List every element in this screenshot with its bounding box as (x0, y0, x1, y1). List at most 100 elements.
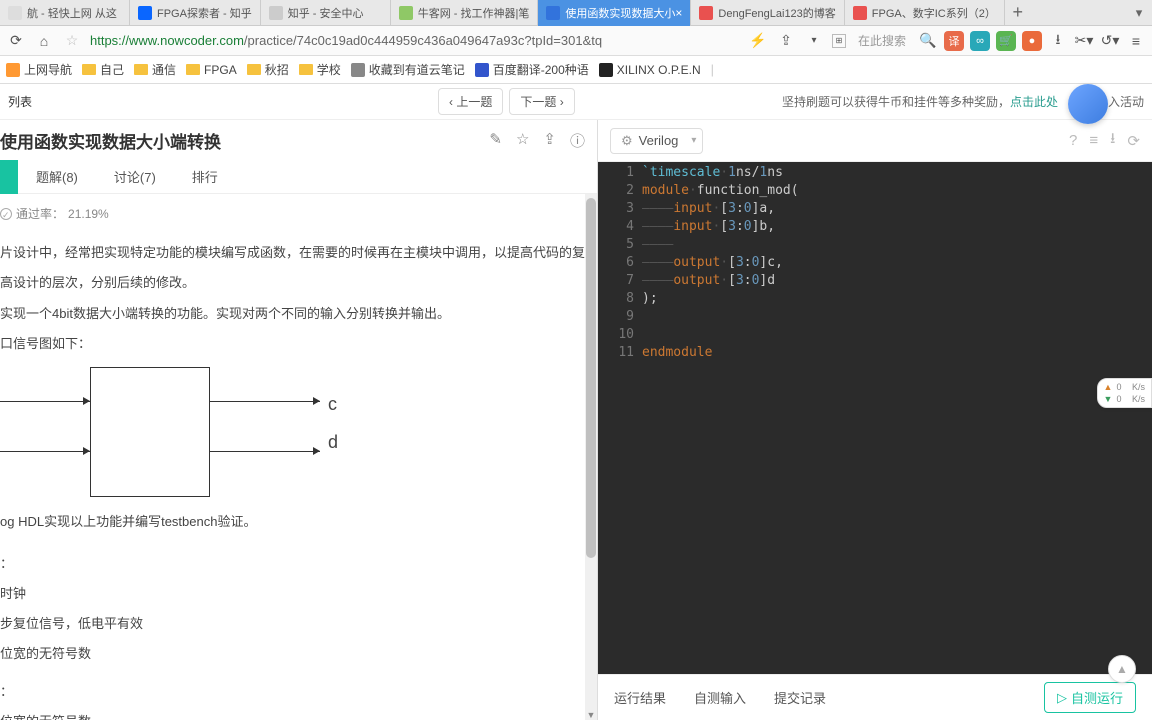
browser-tab[interactable]: 知乎 - 安全中心 (261, 0, 391, 26)
ext-4-icon[interactable]: ● (1022, 31, 1042, 51)
ext-1-icon[interactable]: 译 (944, 31, 964, 51)
bookmark-item[interactable]: XILINX O.P.E.N (599, 63, 701, 77)
bookmark-item[interactable]: 学校 (299, 61, 341, 78)
code-editor[interactable]: 1`timescale·1ns/1ns2module·function_mod(… (598, 162, 1152, 674)
bookmark-star-icon[interactable]: ☆ (62, 31, 82, 51)
block-diagram: c d (0, 363, 350, 503)
question-tabs: 题解(8) 讨论(7) 排行 (0, 160, 597, 194)
edit-icon[interactable]: ✎ (489, 130, 502, 151)
question-panel: 使用函数实现数据大小端转换 ✎ ☆ ⇪ ⓘ 题解(8) 讨论(7) 排行 通过率… (0, 120, 598, 720)
tab-description[interactable] (0, 160, 18, 194)
paragraph: 口信号图如下： (0, 333, 585, 355)
code-line[interactable]: 8); (598, 290, 1152, 308)
self-test-run-button[interactable]: ▷ 自测运行 (1044, 682, 1136, 713)
bookmark-item[interactable]: 百度翻译-200种语 (475, 61, 589, 78)
browser-tab[interactable]: 牛客网 - 找工作神器|笔 (391, 0, 539, 26)
tab-label: FPGA、数字IC系列（2） (872, 5, 996, 21)
bookmark-item[interactable]: 秋招 (247, 61, 289, 78)
history-icon[interactable]: ↺▾ (1100, 31, 1120, 51)
list-icon[interactable]: ≡ (1089, 132, 1098, 149)
tab-self-input[interactable]: 自测输入 (694, 688, 746, 707)
chevron-down-icon[interactable]: ▾ (804, 31, 824, 51)
screenshot-icon[interactable]: ✂▾ (1074, 31, 1094, 51)
check-icon (0, 208, 12, 220)
bookmark-icon (6, 63, 20, 77)
scroll-thumb[interactable] (586, 198, 596, 558)
code-text: ————output·[3:0]c, (642, 254, 783, 272)
tab-discuss[interactable]: 讨论(7) (96, 160, 174, 194)
share-icon[interactable]: ⇪ (776, 31, 796, 51)
favicon-icon (546, 6, 560, 20)
promo-link[interactable]: 点击此处 (1010, 95, 1058, 109)
ext-2-icon[interactable]: ∞ (970, 31, 990, 51)
line-number: 11 (598, 344, 642, 362)
code-line[interactable]: 5———— (598, 236, 1152, 254)
url-text[interactable]: https://www.nowcoder.com/practice/74c0c1… (90, 33, 740, 48)
chevron-down-icon: ▾ (691, 135, 696, 146)
search-icon[interactable]: 🔍 (918, 31, 938, 51)
browser-tab[interactable]: FPGA探索者 - 知乎 (130, 0, 261, 26)
tabs-dropdown-button[interactable]: ▾ (1126, 5, 1152, 21)
code-line[interactable]: 7————output·[3:0]d (598, 272, 1152, 290)
qr-icon[interactable]: ⊞ (832, 34, 846, 48)
tab-submit-history[interactable]: 提交记录 (774, 688, 826, 707)
line-number: 4 (598, 218, 642, 236)
info-icon[interactable]: ⓘ (570, 130, 585, 151)
bookmark-item[interactable]: 上网导航 (6, 61, 72, 78)
code-line[interactable]: 2module·function_mod( (598, 182, 1152, 200)
favicon-icon (8, 6, 22, 20)
next-question-button[interactable]: 下一题 › (509, 88, 574, 115)
browser-tab[interactable]: DengFengLai123的博客 (691, 0, 844, 26)
folder-icon (186, 64, 200, 75)
star-icon[interactable]: ☆ (516, 130, 529, 151)
download-icon[interactable]: ⭳ (1048, 31, 1068, 51)
bookmark-item[interactable]: FPGA (186, 63, 237, 77)
tab-solutions[interactable]: 题解(8) (18, 160, 96, 194)
language-select[interactable]: ⚙ Verilog ▾ (610, 128, 703, 154)
ext-3-icon[interactable]: 🛒 (996, 31, 1016, 51)
paragraph: 片设计中，经常把实现特定功能的模块编写成函数，在需要的时候再在主模块中调用，以提… (0, 242, 585, 264)
list-button[interactable]: 列表 (8, 93, 32, 110)
list-item: 位宽的无符号数 (0, 643, 585, 665)
code-line[interactable]: 10 (598, 326, 1152, 344)
reload-button[interactable]: ⟳ (6, 31, 26, 51)
browser-tab[interactable]: FPGA、数字IC系列（2） (845, 0, 1005, 26)
code-line[interactable]: 4————input·[3:0]b, (598, 218, 1152, 236)
browser-tab[interactable]: 航 - 轻快上网 从这 (0, 0, 130, 26)
editor-toolbar: ⚙ Verilog ▾ ? ≡ ⭳ ⟳ (598, 120, 1152, 162)
address-bar: ⟳ ⌂ ☆ https://www.nowcoder.com/practice/… (0, 26, 1152, 56)
list-item: 位宽的无符号数 (0, 711, 585, 720)
bookmark-icon (351, 63, 365, 77)
tab-rank[interactable]: 排行 (174, 160, 236, 194)
line-number: 5 (598, 236, 642, 254)
main-content: 使用函数实现数据大小端转换 ✎ ☆ ⇪ ⓘ 题解(8) 讨论(7) 排行 通过率… (0, 120, 1152, 720)
bookmark-item[interactable]: 收藏到有道云笔记 (351, 61, 465, 78)
code-line[interactable]: 1`timescale·1ns/1ns (598, 164, 1152, 182)
code-line[interactable]: 11endmodule (598, 344, 1152, 362)
line-number: 9 (598, 308, 642, 326)
code-line[interactable]: 9 (598, 308, 1152, 326)
help-icon[interactable]: ? (1069, 132, 1077, 149)
code-text: module·function_mod( (642, 182, 799, 200)
new-tab-button[interactable]: + (1005, 2, 1031, 23)
share-question-icon[interactable]: ⇪ (543, 130, 556, 151)
browser-tab[interactable]: 使用函数实现数据大小× (538, 0, 691, 26)
line-number: 2 (598, 182, 642, 200)
nowcoder-logo-icon[interactable] (1068, 84, 1108, 124)
code-line[interactable]: 3————input·[3:0]a, (598, 200, 1152, 218)
favicon-icon (269, 6, 283, 20)
home-button[interactable]: ⌂ (34, 31, 54, 51)
scroll-to-top-button[interactable]: ▲ (1108, 655, 1136, 683)
menu-icon[interactable]: ≡ (1126, 31, 1146, 51)
reset-icon[interactable]: ⟳ (1127, 132, 1140, 150)
flash-icon[interactable]: ⚡ (748, 31, 768, 51)
scroll-down-icon[interactable]: ▼ (585, 708, 597, 720)
bookmark-item[interactable]: 通信 (134, 61, 176, 78)
tab-run-result[interactable]: 运行结果 (614, 688, 666, 707)
download-code-icon[interactable]: ⭳ (1110, 128, 1115, 153)
code-line[interactable]: 6————output·[3:0]c, (598, 254, 1152, 272)
scrollbar[interactable]: ▲ ▼ (585, 194, 597, 720)
close-tab-icon[interactable]: × (675, 6, 682, 20)
bookmark-item[interactable]: 自己 (82, 61, 124, 78)
prev-question-button[interactable]: ‹ 上一题 (438, 88, 503, 115)
